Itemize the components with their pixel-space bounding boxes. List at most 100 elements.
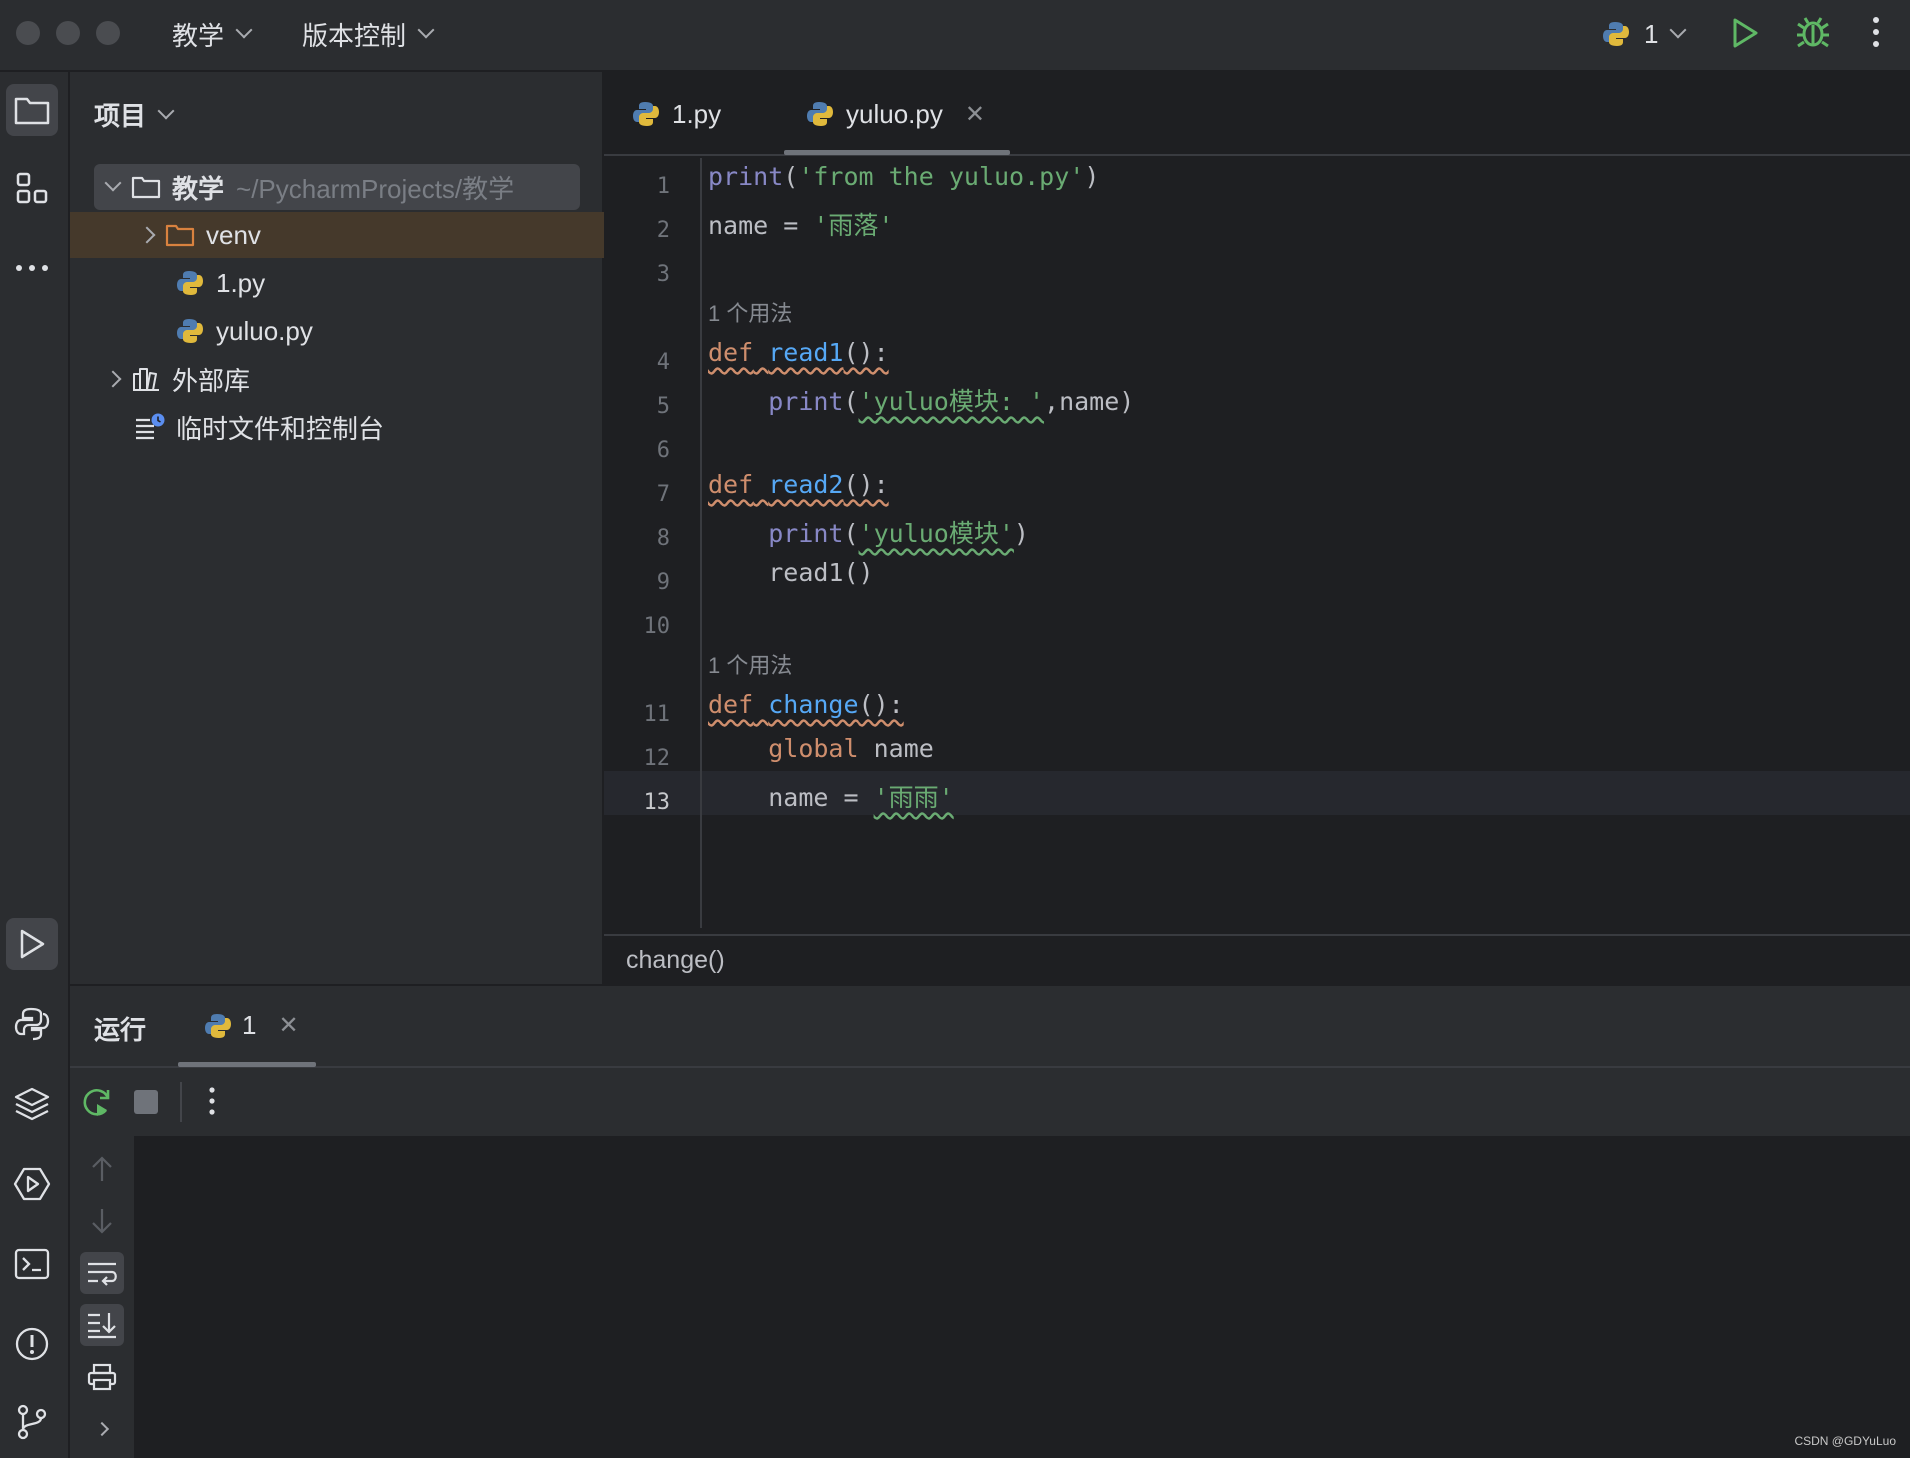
more-tools-button[interactable] [6, 242, 58, 294]
editor-area: 1.py yuluo.py ✕ 1 2 3 4 5 6 7 8 9 10 11 … [604, 72, 1910, 984]
scratches-icon [132, 412, 168, 442]
python-packages-button[interactable] [6, 1078, 58, 1130]
tree-item-file[interactable]: 1.py [172, 260, 265, 306]
run-panel-title: 运行 [94, 1015, 147, 1045]
layers-icon [14, 1087, 50, 1121]
breadcrumb-item[interactable]: change() [626, 946, 725, 975]
line-number: 6 [656, 438, 670, 463]
code-line[interactable]: def change(): [708, 690, 904, 719]
scroll-to-end-icon [88, 1313, 116, 1339]
line-number-gutter: 1 2 3 4 5 6 7 8 9 10 11 12 13 [604, 158, 702, 928]
scroll-to-end-button[interactable] [80, 1304, 124, 1346]
tree-root-path: ~/PycharmProjects/教学 [236, 173, 515, 204]
project-panel-title: 项目 [94, 101, 147, 131]
run-console-output[interactable] [134, 1136, 1910, 1458]
problems-button[interactable] [6, 1318, 58, 1370]
stop-icon[interactable] [134, 1090, 158, 1114]
run-toolbar [70, 1068, 1910, 1136]
scroll-down-button[interactable] [80, 1200, 124, 1242]
line-number: 8 [656, 526, 670, 551]
run-side-toolbar [70, 1136, 134, 1458]
run-tool-button[interactable] [6, 918, 58, 970]
code-line[interactable]: print('from the yuluo.py') [708, 162, 1099, 191]
soft-wrap-button[interactable] [80, 1252, 124, 1294]
scroll-up-button[interactable] [80, 1148, 124, 1190]
tree-file-label: 1.py [216, 267, 266, 298]
project-menu[interactable]: 教学 [172, 14, 253, 54]
tree-item-root[interactable]: 教学 ~/PycharmProjects/教学 [94, 164, 580, 210]
chevron-down-icon [417, 21, 435, 39]
run-tab-1[interactable]: 1 ✕ [204, 1010, 299, 1041]
vcs-menu-label: 版本控制 [302, 20, 407, 51]
tool-window-strip [0, 72, 70, 1458]
line-number: 10 [643, 614, 671, 639]
project-menu-label: 教学 [172, 20, 225, 51]
chevron-down-icon [157, 102, 175, 119]
structure-tool-button[interactable] [6, 162, 58, 214]
python-console-button[interactable] [6, 998, 58, 1050]
line-number: 12 [643, 746, 671, 771]
line-number: 11 [643, 702, 671, 727]
line-number: 2 [656, 218, 670, 243]
window-minimize-button[interactable] [56, 21, 80, 45]
chevron-down-icon [235, 21, 253, 39]
tree-item-external-libs[interactable]: 外部库 [94, 356, 250, 402]
code-line[interactable]: def read1(): [708, 338, 889, 367]
print-button[interactable] [80, 1356, 124, 1398]
usage-hint[interactable]: 1 个用法 [708, 296, 792, 328]
run-icon[interactable] [1730, 16, 1760, 55]
more-options-icon[interactable] [208, 1084, 216, 1123]
folder-icon [14, 97, 50, 125]
rerun-icon[interactable] [80, 1086, 114, 1125]
arrow-down-icon [92, 1209, 112, 1234]
line-number: 4 [656, 350, 670, 375]
active-tab-indicator [178, 1062, 316, 1067]
code-line[interactable]: name = '雨落' [708, 206, 893, 242]
warning-circle-icon [15, 1327, 49, 1361]
expand-toolbar-button[interactable] [80, 1408, 124, 1450]
tree-root-label: 教学 [172, 173, 225, 204]
tab-label: 1.py [672, 98, 722, 129]
chevron-down-icon [1669, 21, 1687, 39]
more-options-icon[interactable] [1872, 14, 1880, 55]
line-number: 7 [656, 482, 670, 507]
tree-item-file[interactable]: yuluo.py [172, 308, 313, 354]
code-line[interactable]: def read2(): [708, 470, 889, 499]
usage-hint[interactable]: 1 个用法 [708, 648, 792, 680]
tree-item-scratches[interactable]: 临时文件和控制台 [132, 404, 384, 450]
terminal-button[interactable] [6, 1238, 58, 1290]
git-branch-icon [17, 1404, 47, 1440]
tree-scratches-label: 临时文件和控制台 [176, 413, 385, 444]
window-close-button[interactable] [16, 21, 40, 45]
services-button[interactable] [6, 1158, 58, 1210]
code-line[interactable]: read1() [708, 558, 873, 587]
run-tab-label: 1 [242, 1010, 257, 1040]
code-line[interactable]: global name [708, 734, 934, 763]
tab-1-py[interactable]: 1.py [632, 72, 721, 156]
toolbar-divider [180, 1082, 182, 1122]
code-line[interactable]: print('yuluo模块') [708, 514, 1029, 550]
chevron-right-icon [94, 1421, 110, 1437]
run-config-selector[interactable]: 1 [1602, 14, 1687, 54]
project-panel-header[interactable]: 项目 [94, 96, 175, 133]
run-panel: 运行 1 ✕ [70, 984, 1910, 1458]
tab-yuluo-py[interactable]: yuluo.py ✕ [806, 72, 985, 156]
code-line-current[interactable]: name = '雨雨' [708, 778, 953, 814]
python-file-icon [806, 100, 834, 128]
project-tool-button[interactable] [6, 84, 58, 136]
run-icon [20, 929, 45, 959]
debug-icon[interactable] [1796, 14, 1830, 55]
git-button[interactable] [6, 1396, 58, 1448]
tree-item-venv[interactable]: venv [70, 212, 604, 258]
arrow-up-icon [92, 1156, 112, 1181]
close-icon[interactable]: ✕ [965, 100, 985, 129]
breadcrumb[interactable]: change() [604, 934, 1910, 984]
vcs-menu[interactable]: 版本控制 [302, 14, 435, 54]
close-icon[interactable]: ✕ [278, 1011, 298, 1040]
title-bar: 教学 版本控制 1 [0, 0, 1910, 72]
code-line[interactable]: print('yuluo模块: ',name) [708, 382, 1134, 418]
structure-icon [16, 172, 48, 204]
window-zoom-button[interactable] [96, 21, 120, 45]
tree-venv-label: venv [206, 219, 261, 250]
line-number: 9 [656, 570, 670, 595]
